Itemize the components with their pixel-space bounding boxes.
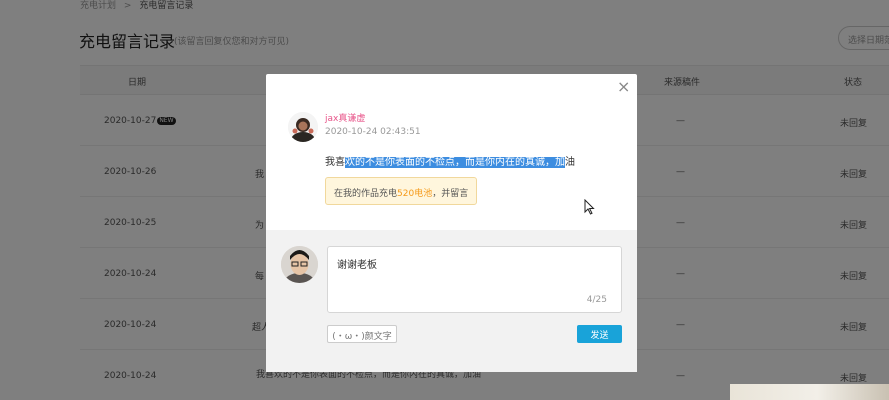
reply-textarea[interactable]: 谢谢老板 4/25 xyxy=(327,246,622,313)
reply-modal: × jax真谦虚 2020-10-24 02:43:51 我喜欢的不是你表面的不… xyxy=(266,74,637,372)
message-timestamp: 2020-10-24 02:43:51 xyxy=(325,127,421,137)
char-counter: 4/25 xyxy=(586,295,607,305)
reply-area: 谢谢老板 4/25 (・ω・)颜文字 发送 xyxy=(266,230,637,372)
message-text: 我喜欢的不是你表面的不检点，而是你内在的真诚，加油 xyxy=(325,157,575,168)
sender-avatar xyxy=(288,112,318,142)
charge-amount: 520电池 xyxy=(397,189,433,199)
kaomoji-button[interactable]: (・ω・)颜文字 xyxy=(327,325,397,343)
my-avatar xyxy=(281,246,318,283)
sender-username[interactable]: jax真谦虚 xyxy=(325,111,365,124)
send-button[interactable]: 发送 xyxy=(577,325,622,343)
close-icon[interactable]: × xyxy=(617,79,630,95)
mouse-cursor-icon xyxy=(584,198,595,219)
charge-note: 在我的作品充电520电池，并留言 xyxy=(325,177,478,205)
selected-text: 欢的不是你表面的不检点，而是你内在的真诚，加 xyxy=(345,157,565,168)
reply-text: 谢谢老板 xyxy=(337,260,377,271)
webcam-overlay xyxy=(730,384,889,400)
